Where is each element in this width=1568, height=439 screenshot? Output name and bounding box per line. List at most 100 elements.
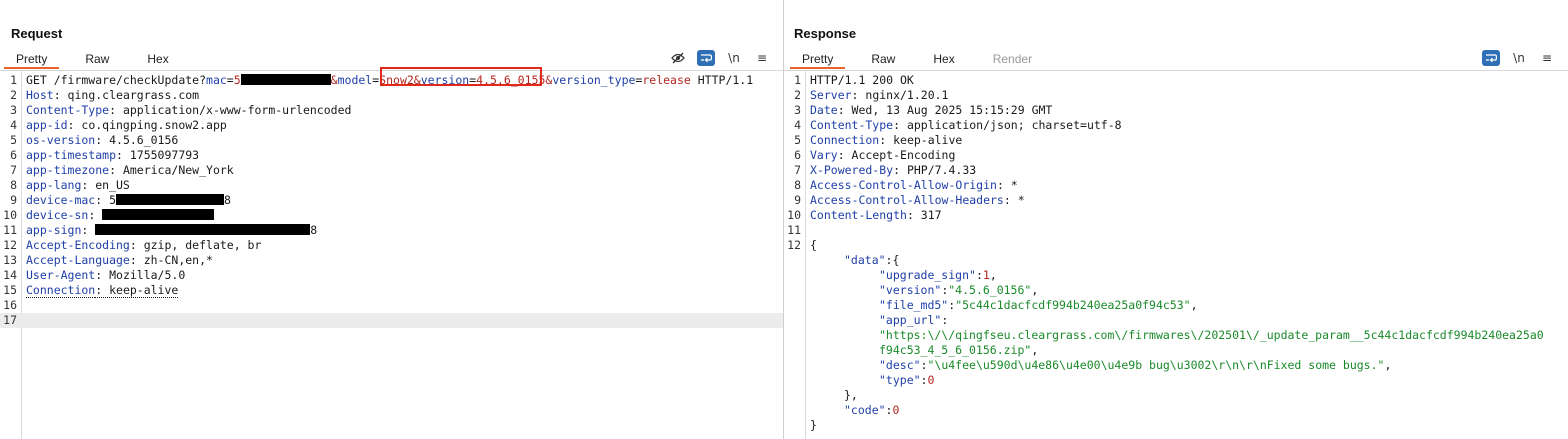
token: : * xyxy=(1003,193,1025,207)
line-text: os-version: 4.5.6_0156 xyxy=(26,133,178,148)
token: Access-Control-Allow-Origin xyxy=(810,178,997,192)
code-line: 16 xyxy=(0,298,783,313)
token: Access-Control-Allow-Headers xyxy=(810,193,1004,207)
token: "code" xyxy=(844,403,886,417)
line-text: app-lang: en_US xyxy=(26,178,130,193)
code-line: 7 X-Powered-By: PHP/7.4.33 xyxy=(784,163,1568,178)
token: : application/json; charset=utf-8 xyxy=(893,118,1122,132)
line-text: app-sign: 8 xyxy=(26,223,317,238)
line-number: 4 xyxy=(794,118,801,132)
code-line: 12 { xyxy=(784,238,1568,253)
code-line: 12 Accept-Encoding: gzip, deflate, br xyxy=(0,238,783,253)
request-tab-raw[interactable]: Raw xyxy=(73,50,121,69)
line-number: 14 xyxy=(3,268,17,282)
code-line: 10 Content-Length: 317 xyxy=(784,208,1568,223)
menu-icon[interactable]: ≡ xyxy=(1538,50,1556,66)
line-number: 7 xyxy=(10,163,17,177)
token: os-version xyxy=(26,133,96,147)
response-tabs: Pretty Raw Hex Render xyxy=(790,50,1058,70)
token: HTTP/1.1 xyxy=(690,73,754,87)
line-text: Accept-Language: zh-CN,en,* xyxy=(26,253,213,268)
code-line: 8 app-lang: en_US xyxy=(0,178,783,193)
line-number: 1 xyxy=(794,73,801,87)
token: : America/New_York xyxy=(109,163,234,177)
wrap-icon[interactable] xyxy=(697,50,715,66)
code-line: 1 GET /firmware/checkUpdate?mac=5 &model=S… xyxy=(0,67,783,88)
token: : Mozilla/5.0 xyxy=(95,268,186,282)
token: : application/x-www-form-urlencoded xyxy=(109,103,352,117)
code-line: "app_url": xyxy=(784,313,1568,328)
line-text: Connection: keep-alive xyxy=(810,133,962,148)
token: "desc" xyxy=(879,358,921,372)
response-tab-raw[interactable]: Raw xyxy=(859,50,907,69)
token: : en_US xyxy=(81,178,130,192)
code-line: f94c53_4_5_6_0156.zip", xyxy=(784,343,1568,358)
token: 5 xyxy=(233,73,241,87)
token: "\u4fee\u590d\u4e86\u4e00\u4e9b bug\u300… xyxy=(927,358,1385,372)
token: mac xyxy=(206,73,227,87)
token: Date xyxy=(810,103,838,117)
response-tab-render[interactable]: Render xyxy=(981,50,1044,69)
token: : PHP/7.4.33 xyxy=(893,163,977,177)
token: f94c53_4_5_6_0156.zip" xyxy=(879,343,1032,357)
token: : nginx/1.20.1 xyxy=(851,88,949,102)
token: , xyxy=(1190,298,1198,312)
token: Content-Length xyxy=(810,208,907,222)
token: version xyxy=(420,73,470,87)
token: "file_md5" xyxy=(879,298,949,312)
code-line: "file_md5":"5c44c1dacfcdf994b240ea25a0f9… xyxy=(784,298,1568,313)
request-tab-hex[interactable]: Hex xyxy=(135,50,180,69)
response-toolbar: \n ≡ xyxy=(1472,49,1556,67)
wrap-icon[interactable] xyxy=(1482,50,1500,66)
token: :{ xyxy=(885,253,900,267)
token: , xyxy=(1031,283,1039,297)
newline-toggle-icon[interactable]: \n xyxy=(1510,50,1528,66)
token: "4.5.6_0156" xyxy=(948,283,1032,297)
code-line: } xyxy=(784,418,1568,433)
request-editor[interactable]: 1 GET /firmware/checkUpdate?mac=5 &model=S… xyxy=(0,67,783,439)
newline-toggle-icon[interactable]: \n xyxy=(725,50,743,66)
token: release xyxy=(642,73,691,87)
token: & xyxy=(330,73,338,87)
token: , xyxy=(989,268,997,282)
code-line: 14 User-Agent: Mozilla/5.0 xyxy=(0,268,783,283)
line-text: Vary: Accept-Encoding xyxy=(810,148,955,163)
response-tab-hex[interactable]: Hex xyxy=(921,50,966,69)
token: version_type xyxy=(552,73,636,87)
line-number: 8 xyxy=(794,178,801,192)
response-editor[interactable]: 1 HTTP/1.1 200 OK 2 Server: nginx/1.20.1 3 Da… xyxy=(784,70,1568,439)
code-line: 4 app-id: co.qingping.snow2.app xyxy=(0,118,783,133)
code-line: 9 device-mac: 5 8 xyxy=(0,193,783,208)
request-tabs: Pretty Raw Hex xyxy=(4,50,195,70)
code-line: 6 Vary: Accept-Encoding xyxy=(784,148,1568,163)
token: : qing.cleargrass.com xyxy=(53,88,200,102)
token: : * xyxy=(996,178,1018,192)
token: = xyxy=(226,73,234,87)
token: device-mac xyxy=(26,193,96,207)
code-line: 8 Access-Control-Allow-Origin: * xyxy=(784,178,1568,193)
response-code: 1 HTTP/1.1 200 OK 2 Server: nginx/1.20.1 3 Da… xyxy=(784,73,1568,433)
line-text: "type":0 xyxy=(810,373,934,388)
line-text: Content-Length: 317 xyxy=(810,208,942,223)
request-tab-pretty[interactable]: Pretty xyxy=(4,50,60,69)
code-line: 11 xyxy=(784,223,1568,238)
code-line: "upgrade_sign":1, xyxy=(784,268,1568,283)
response-tab-pretty[interactable]: Pretty xyxy=(790,50,846,69)
response-title: Response xyxy=(794,26,857,41)
token: Snow2 xyxy=(379,73,414,87)
line-number: 7 xyxy=(794,163,801,177)
token: Content-Type xyxy=(810,118,894,132)
line-text: } xyxy=(810,418,817,433)
code-line: "type":0 xyxy=(784,373,1568,388)
code-line: 1 HTTP/1.1 200 OK xyxy=(784,73,1568,88)
line-number: 6 xyxy=(794,148,801,162)
line-number: 3 xyxy=(10,103,17,117)
code-line: "https:\/\/qingfseu.cleargrass.com\/firm… xyxy=(784,328,1568,343)
line-text: app-timezone: America/New_York xyxy=(26,163,234,178)
eye-off-icon[interactable] xyxy=(669,50,687,66)
code-line: 11 app-sign: 8 xyxy=(0,223,783,238)
menu-icon[interactable]: ≡ xyxy=(753,50,771,66)
response-pane: Response Pretty Raw Hex Render \n ≡ 1 HTTP/1… xyxy=(784,0,1568,439)
token: : keep-alive xyxy=(95,283,179,298)
line-text: f94c53_4_5_6_0156.zip", xyxy=(810,343,1038,358)
